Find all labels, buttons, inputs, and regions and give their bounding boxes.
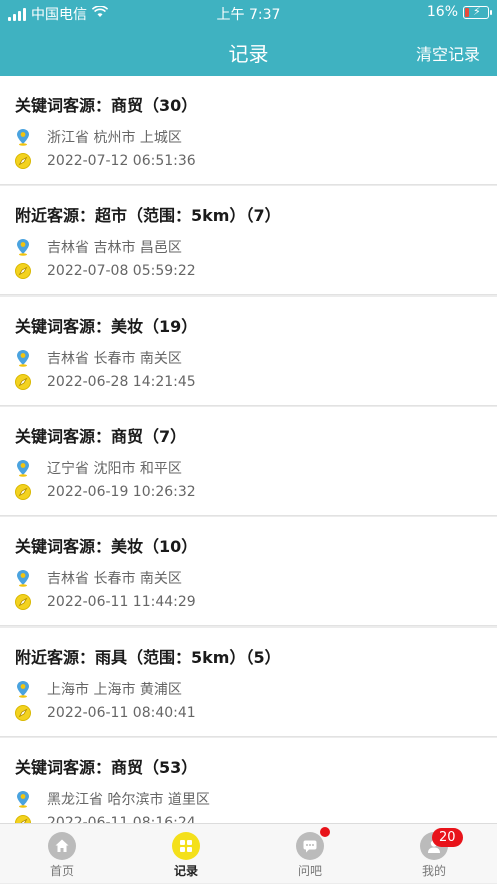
record-title: 附近客源：超市（范围：5km）（7） xyxy=(15,206,281,225)
tab-label: 我的 xyxy=(421,864,446,878)
record-location: 吉林省 吉林市 昌邑区 xyxy=(47,240,182,256)
nav-bar: 记录 清空记录 xyxy=(0,26,497,76)
record-location: 辽宁省 沈阳市 和平区 xyxy=(47,461,182,477)
record-location: 上海市 上海市 黄浦区 xyxy=(47,682,182,698)
tab-records[interactable]: 记录 xyxy=(124,824,248,884)
record-time: 2022-07-08 05:59:22 xyxy=(47,263,196,279)
record-location: 吉林省 长春市 南关区 xyxy=(47,351,182,367)
tab-label: 首页 xyxy=(49,864,74,878)
compass-icon xyxy=(15,153,31,169)
record-card[interactable]: 附近客源：超市（范围：5km）（7） 吉林省 吉林市 昌邑区 2022-07-0… xyxy=(0,186,497,295)
location-pin-icon xyxy=(15,238,31,256)
battery-icon: ⚡ xyxy=(463,5,492,19)
location-pin-icon xyxy=(15,459,31,477)
location-pin-icon xyxy=(15,680,31,698)
location-pin-icon xyxy=(15,790,31,808)
tab-bar: 首页 记录 问吧 20 我的 xyxy=(0,823,497,883)
record-location: 吉林省 长春市 南关区 xyxy=(47,571,182,587)
record-card[interactable]: 附近客源：雨具（范围：5km）（5） 上海市 上海市 黄浦区 2022-06-1… xyxy=(0,628,497,737)
record-title: 关键词客源：美妆（19） xyxy=(15,317,198,336)
record-card[interactable]: 关键词客源：商贸（7） 辽宁省 沈阳市 和平区 2022-06-19 10:26… xyxy=(0,407,497,516)
record-location: 黑龙江省 哈尔滨市 道里区 xyxy=(47,792,210,808)
record-card[interactable]: 关键词客源：商贸（30） 浙江省 杭州市 上城区 2022-07-12 06:5… xyxy=(0,76,497,185)
tab-home[interactable]: 首页 xyxy=(0,824,124,884)
clear-records-button[interactable]: 清空记录 xyxy=(416,41,480,65)
location-pin-icon xyxy=(15,569,31,587)
compass-icon xyxy=(15,374,31,390)
chat-icon xyxy=(296,832,324,860)
location-pin-icon xyxy=(15,128,31,146)
notification-badge: 20 xyxy=(432,828,463,847)
tab-label: 问吧 xyxy=(297,864,322,878)
record-time: 2022-06-11 11:44:29 xyxy=(47,594,196,610)
tab-mine[interactable]: 20 我的 xyxy=(372,824,496,884)
compass-icon xyxy=(15,484,31,500)
record-title: 关键词客源：商贸（7） xyxy=(15,427,187,446)
compass-icon xyxy=(15,594,31,610)
tab-ask[interactable]: 问吧 xyxy=(248,824,372,884)
record-card[interactable]: 关键词客源：美妆（19） 吉林省 长春市 南关区 2022-06-28 14:2… xyxy=(0,297,497,406)
record-title: 附近客源：雨具（范围：5km）（5） xyxy=(15,648,281,667)
record-time: 2022-06-11 08:16:24 xyxy=(47,815,196,823)
compass-icon xyxy=(15,705,31,721)
battery-percent: 16% xyxy=(426,4,458,20)
location-pin-icon xyxy=(15,349,31,367)
record-title: 关键词客源：商贸（30） xyxy=(15,96,198,115)
home-icon xyxy=(48,832,76,860)
records-list[interactable]: 关键词客源：商贸（30） 浙江省 杭州市 上城区 2022-07-12 06:5… xyxy=(0,76,497,823)
status-bar: 中国电信 上午 7:37 16% ⚡ xyxy=(0,0,497,26)
record-card[interactable]: 关键词客源：美妆（10） 吉林省 长春市 南关区 2022-06-11 11:4… xyxy=(0,517,497,626)
record-location: 浙江省 杭州市 上城区 xyxy=(47,130,182,146)
record-time: 2022-06-28 14:21:45 xyxy=(47,374,196,390)
record-title: 关键词客源：商贸（53） xyxy=(15,758,198,777)
record-card[interactable]: 关键词客源：商贸（53） 黑龙江省 哈尔滨市 道里区 2022-06-11 08… xyxy=(0,738,497,823)
clock: 上午 7:37 xyxy=(216,7,281,23)
grid-icon xyxy=(172,832,200,860)
record-title: 关键词客源：美妆（10） xyxy=(15,537,198,556)
compass-icon xyxy=(15,263,31,279)
record-time: 2022-07-12 06:51:36 xyxy=(47,153,196,169)
record-time: 2022-06-11 08:40:41 xyxy=(47,705,196,721)
notification-dot xyxy=(320,827,330,837)
record-time: 2022-06-19 10:26:32 xyxy=(47,484,196,500)
compass-icon xyxy=(15,815,31,823)
tab-label: 记录 xyxy=(173,864,198,878)
